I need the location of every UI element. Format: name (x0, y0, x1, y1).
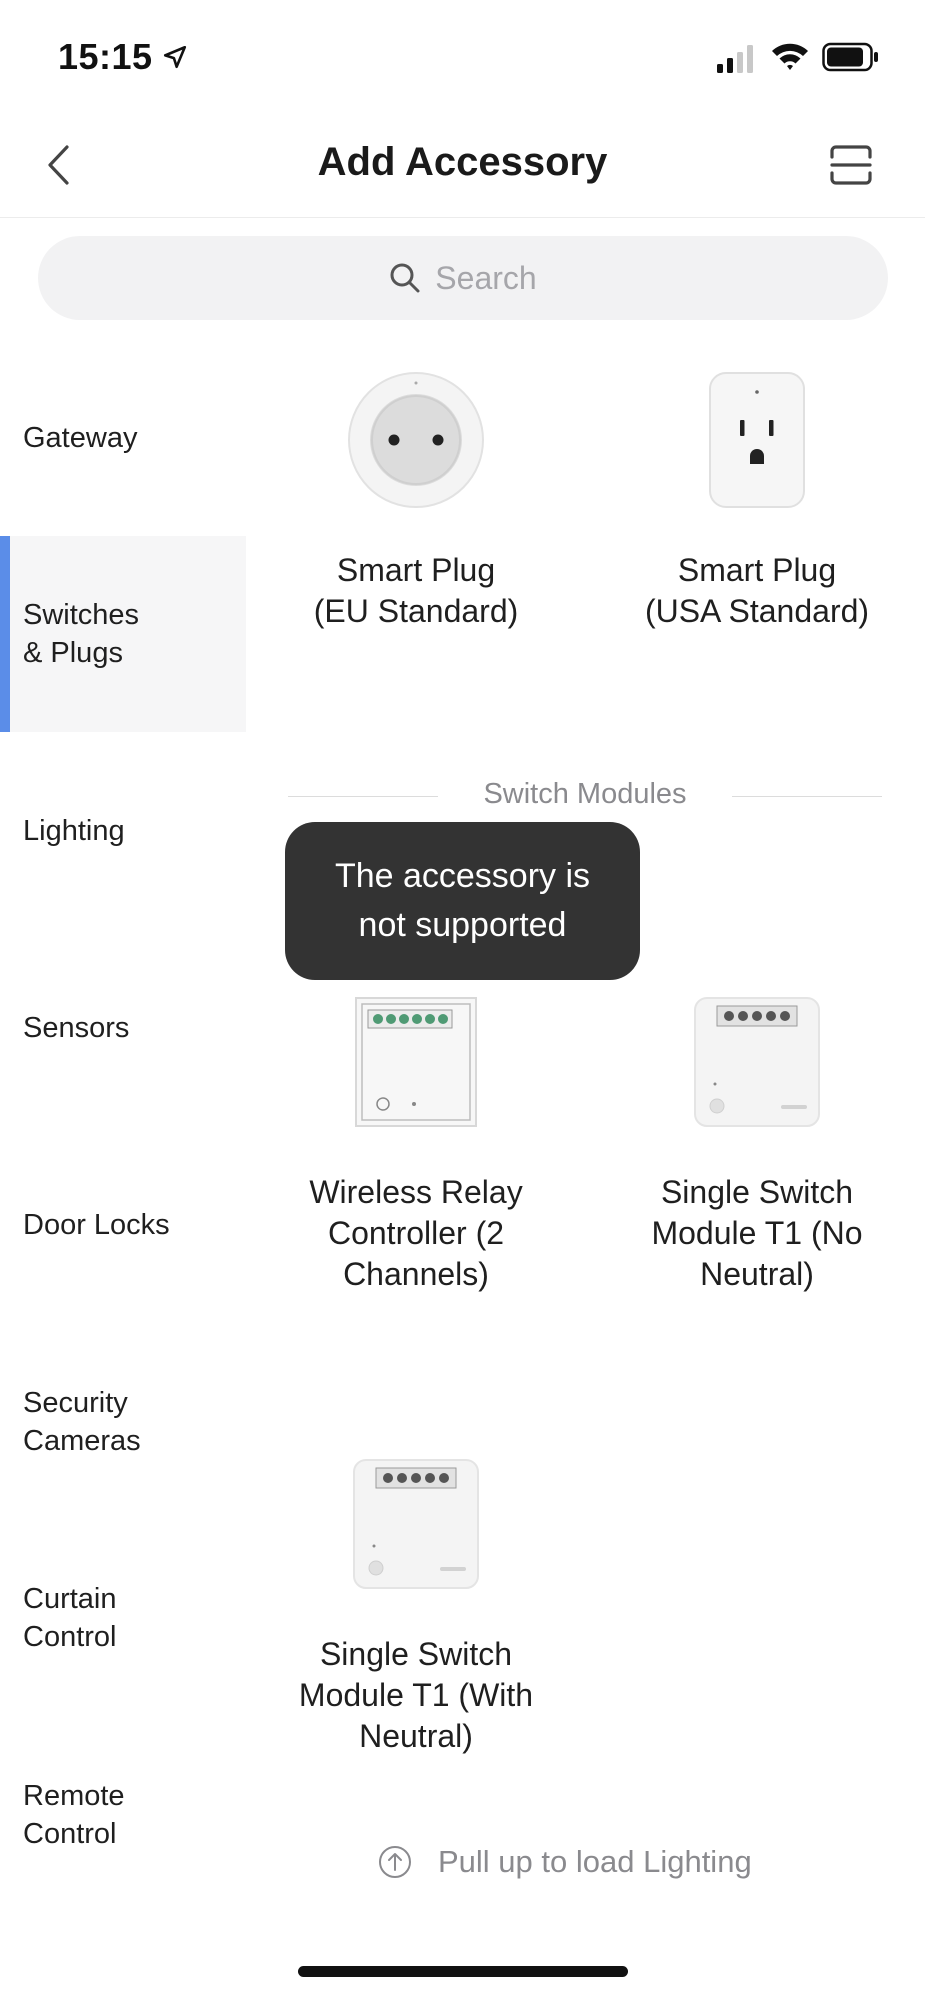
accessory-label: Smart Plug (EU Standard) (313, 552, 519, 629)
sidebar-item-remote-control[interactable]: Remote Control (0, 1717, 246, 1913)
sidebar-item-switches-plugs[interactable]: Switches & Plugs (0, 536, 246, 732)
eu-plug-icon (348, 372, 484, 508)
accessory-tile-single-switch-t1-with-neutral[interactable]: Single Switch Module T1 (With Neutral) (246, 1454, 586, 1757)
section-header-switch-modules: Switch Modules (288, 776, 882, 816)
sidebar-item-curtain-control[interactable]: Curtain Control (0, 1520, 246, 1716)
sidebar-item-sensors[interactable]: Sensors (0, 930, 246, 1126)
arrow-up-circle-icon (379, 1846, 411, 1878)
status-time: 15:15 (58, 36, 153, 77)
nav-bar: Add Accessory (0, 110, 925, 218)
search-input[interactable]: Search (38, 236, 888, 320)
switch-module-icon (694, 997, 820, 1127)
search-placeholder: Search (435, 259, 537, 296)
accessory-tile-smart-plug-usa[interactable]: Smart Plug (USA Standard) (587, 370, 925, 632)
accessory-label: Wireless Relay Controller (2 Channels) (309, 1174, 523, 1292)
relay-controller-icon (355, 997, 477, 1127)
accessory-tile-smart-plug-eu[interactable]: Smart Plug (EU Standard) (246, 370, 586, 632)
us-plug-icon (709, 372, 805, 508)
pull-up-hint: Pull up to load Lighting (378, 1840, 752, 1884)
wifi-icon (772, 43, 808, 70)
accessory-label: Single Switch Module T1 (No Neutral) (651, 1174, 863, 1292)
location-arrow-icon (163, 45, 187, 69)
search-icon (390, 263, 420, 293)
sidebar-item-lighting[interactable]: Lighting (0, 733, 246, 929)
sidebar-item-door-locks[interactable]: Door Locks (0, 1127, 246, 1323)
sidebar-item-gateway[interactable]: Gateway (0, 340, 246, 536)
cellular-signal-icon (717, 45, 753, 73)
page-title: Add Accessory (317, 140, 608, 184)
scan-button[interactable] (826, 140, 876, 190)
status-bar: 15:15 (0, 0, 925, 110)
scan-icon (830, 145, 872, 185)
accessory-label: Smart Plug (USA Standard) (644, 552, 870, 629)
accessory-label: Single Switch Module T1 (With Neutral) (298, 1636, 534, 1754)
accessory-tile-wireless-relay-controller[interactable]: Wireless Relay Controller (2 Channels) (246, 992, 586, 1295)
home-indicator[interactable] (298, 1966, 628, 1977)
accessory-tile-single-switch-t1-no-neutral[interactable]: Single Switch Module T1 (No Neutral) (587, 992, 925, 1295)
section-title: Switch Modules (483, 778, 687, 810)
divider-line (732, 796, 882, 797)
toast-message: The accessory is not supported (285, 822, 640, 980)
sidebar-item-security-cameras[interactable]: Security Cameras (0, 1324, 246, 1520)
battery-icon (822, 42, 878, 72)
switch-module-icon (353, 1459, 479, 1589)
pull-up-text: Pull up to load Lighting (438, 1844, 752, 1879)
